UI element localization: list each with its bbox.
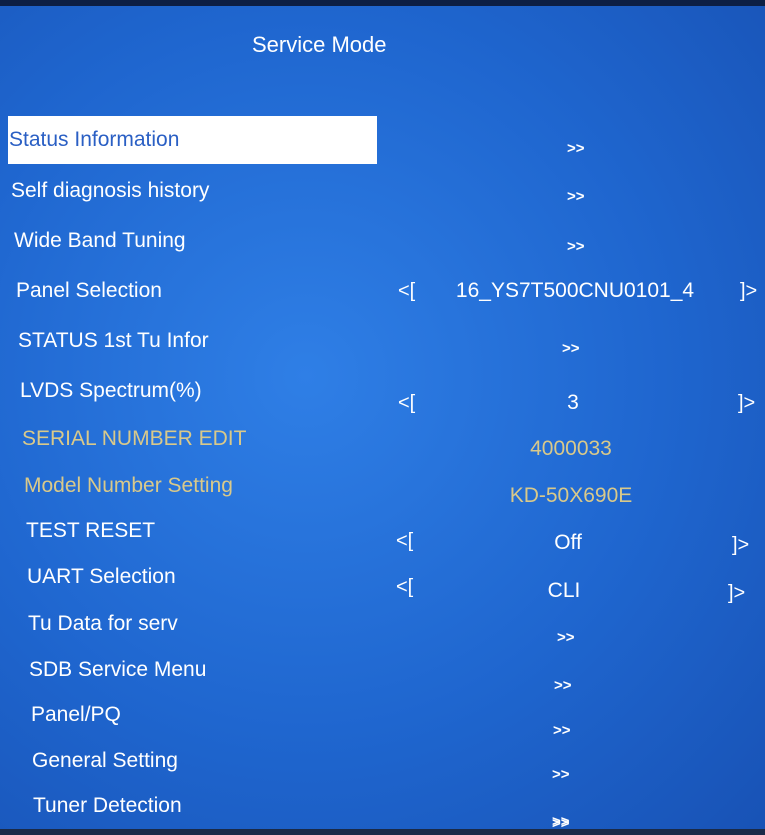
- decrease-arrow-icon[interactable]: <[: [398, 276, 415, 306]
- page-title: Service Mode: [252, 32, 387, 57]
- menu-item-wide-band-tuning[interactable]: Wide Band Tuning >>: [0, 220, 765, 260]
- submenu-arrow-icon: >>: [567, 238, 585, 255]
- submenu-arrow-icon: >>: [554, 677, 572, 694]
- menu-item-label: Status Information: [8, 116, 377, 164]
- menu-item-panel-pq[interactable]: Panel/PQ >>: [0, 694, 765, 739]
- panel-selection-value: 16_YS7T500CNU0101_4: [455, 279, 695, 302]
- menu-item-label: SERIAL NUMBER EDIT: [22, 427, 247, 450]
- menu-item-label: Model Number Setting: [24, 474, 233, 497]
- menu-item-label: STATUS 1st Tu Infor: [18, 329, 209, 352]
- increase-arrow-icon[interactable]: ]>: [738, 388, 755, 418]
- service-mode-screen: Service Mode Status Information >> Self …: [0, 0, 765, 835]
- submenu-arrow-icon: >>: [567, 140, 585, 157]
- menu-item-general-setting[interactable]: General Setting >>: [0, 740, 765, 783]
- bottom-bezel: [0, 829, 765, 835]
- model-number-value: KD-50X690E: [509, 484, 633, 507]
- menu-item-tuner-detection[interactable]: Tuner Detection >>: [0, 785, 765, 830]
- menu-item-label: Tu Data for serv: [28, 612, 178, 635]
- top-bezel: [0, 0, 765, 6]
- lvds-spectrum-value: 3: [567, 391, 579, 414]
- menu-item-label: Panel/PQ: [31, 703, 121, 726]
- menu-item-self-diagnosis-history[interactable]: Self diagnosis history >>: [0, 170, 765, 210]
- uart-selection-value: CLI: [547, 579, 581, 602]
- menu-item-label: TEST RESET: [26, 519, 156, 542]
- menu-item-tu-data-for-serv[interactable]: Tu Data for serv >>: [0, 603, 765, 646]
- menu-item-label: Wide Band Tuning: [14, 229, 186, 252]
- menu-item-sdb-service-menu[interactable]: SDB Service Menu >>: [0, 649, 765, 694]
- submenu-arrow-icon: >>: [553, 722, 571, 739]
- decrease-arrow-icon[interactable]: <[: [396, 526, 413, 556]
- menu-item-label: Tuner Detection: [33, 794, 182, 817]
- decrease-arrow-icon[interactable]: <[: [398, 388, 415, 418]
- menu-item-label: SDB Service Menu: [29, 658, 207, 681]
- menu-item-label: Panel Selection: [16, 279, 162, 302]
- menu-item-model-number-setting: Model Number Setting KD-50X690E: [0, 465, 765, 507]
- menu-item-lvds-spectrum[interactable]: LVDS Spectrum(%) <[ 3 ]>: [0, 370, 765, 414]
- menu-item-label: Self diagnosis history: [11, 179, 210, 202]
- menu-item-test-reset[interactable]: TEST RESET <[ Off ]>: [0, 510, 765, 556]
- submenu-arrow-icon: >>: [562, 340, 580, 357]
- menu-item-panel-selection[interactable]: Panel Selection <[ 16_YS7T500CNU0101_4 ]…: [0, 270, 765, 310]
- submenu-arrow-icon: >>: [567, 188, 585, 205]
- submenu-arrow-icon: >>: [552, 766, 570, 783]
- increase-arrow-icon[interactable]: ]>: [740, 276, 757, 306]
- menu-item-label: LVDS Spectrum(%): [20, 379, 202, 402]
- menu-item-uart-selection[interactable]: UART Selection <[ CLI ]>: [0, 556, 765, 604]
- test-reset-value: Off: [554, 531, 582, 554]
- submenu-arrow-icon: >>: [557, 629, 575, 646]
- menu-item-label: UART Selection: [27, 565, 176, 588]
- decrease-arrow-icon[interactable]: <[: [396, 572, 413, 602]
- menu-item-status-1st-tu-infor[interactable]: STATUS 1st Tu Infor >>: [0, 320, 765, 360]
- menu-item-label: General Setting: [32, 749, 178, 772]
- menu-item-status-information[interactable]: Status Information >>: [0, 116, 765, 164]
- serial-number-value: 4000033: [530, 437, 612, 460]
- menu-item-serial-number-edit: SERIAL NUMBER EDIT 4000033: [0, 418, 765, 460]
